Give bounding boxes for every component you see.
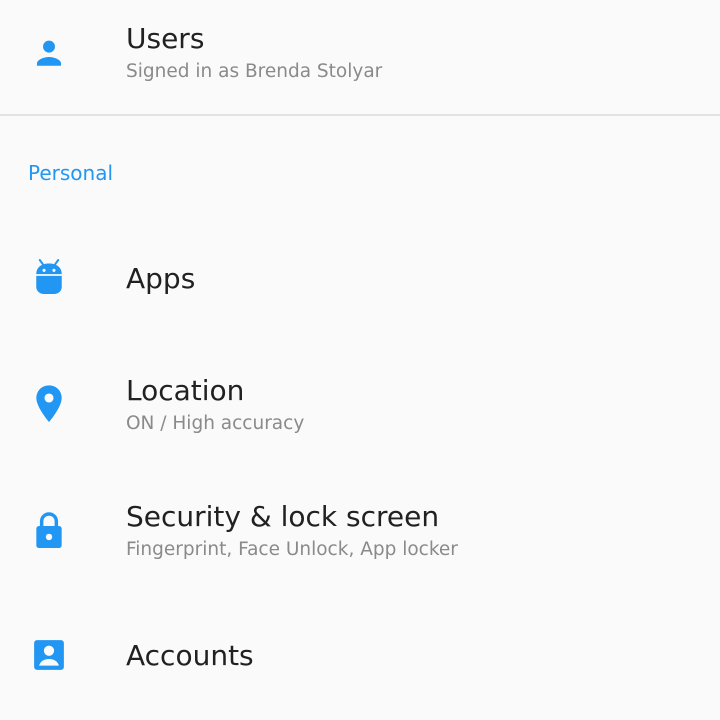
settings-item-accounts[interactable]: Accounts bbox=[0, 612, 720, 720]
settings-item-apps[interactable]: Apps bbox=[0, 214, 720, 344]
settings-item-users[interactable]: Users Signed in as Brenda Stolyar bbox=[0, 0, 720, 114]
settings-item-security[interactable]: Security & lock screen Fingerprint, Face… bbox=[0, 486, 720, 596]
settings-item-location[interactable]: Location ON / High accuracy bbox=[0, 360, 720, 470]
account-box-icon bbox=[32, 638, 66, 672]
location-pin-icon bbox=[32, 384, 66, 424]
android-icon bbox=[32, 259, 66, 294]
divider bbox=[0, 114, 720, 116]
location-subtitle: ON / High accuracy bbox=[126, 413, 305, 434]
users-subtitle: Signed in as Brenda Stolyar bbox=[126, 61, 383, 82]
security-title: Security & lock screen bbox=[126, 500, 440, 533]
settings-screen: Users Signed in as Brenda Stolyar Person… bbox=[0, 0, 720, 720]
accounts-title: Accounts bbox=[126, 639, 254, 672]
section-header-personal: Personal bbox=[28, 161, 114, 185]
lock-icon bbox=[32, 510, 66, 550]
users-title: Users bbox=[126, 22, 205, 55]
security-subtitle: Fingerprint, Face Unlock, App locker bbox=[126, 539, 458, 560]
person-icon bbox=[32, 36, 66, 70]
location-title: Location bbox=[126, 374, 245, 407]
apps-title: Apps bbox=[126, 262, 196, 295]
